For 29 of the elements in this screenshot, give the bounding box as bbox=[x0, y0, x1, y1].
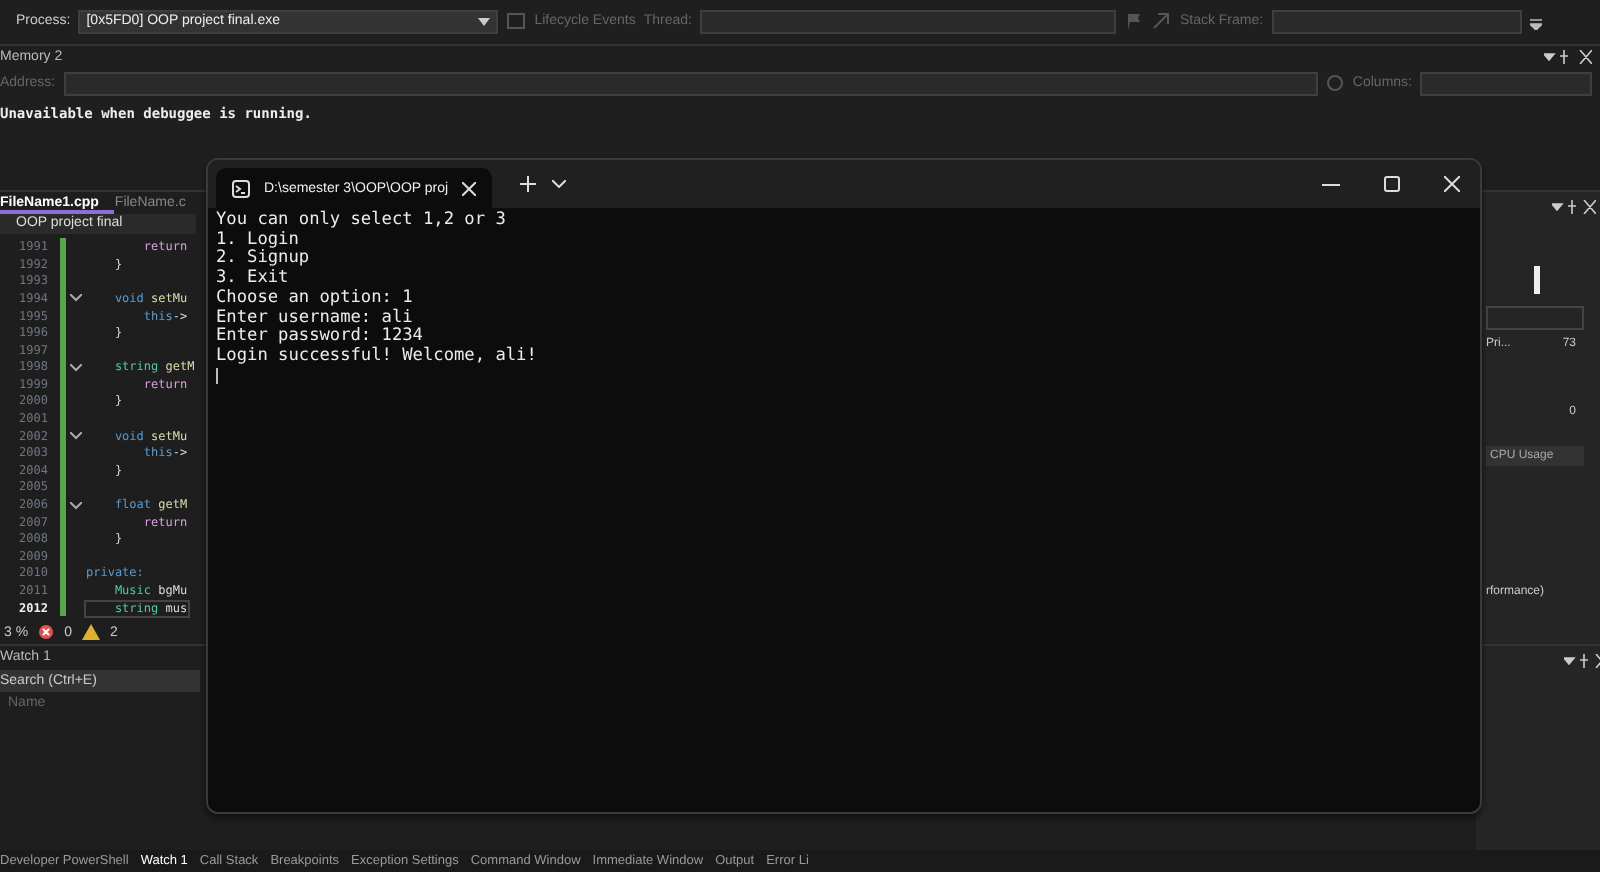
terminal-line: Login successful! Welcome, ali! bbox=[216, 347, 539, 368]
new-tab-icon[interactable] bbox=[520, 176, 537, 192]
window-controls-icon[interactable] bbox=[1564, 653, 1600, 668]
timeline-selection[interactable] bbox=[1534, 266, 1540, 295]
graph-frame bbox=[1486, 306, 1584, 331]
text-cursor bbox=[216, 367, 218, 384]
caret-icon[interactable] bbox=[478, 17, 491, 26]
chevron-icon[interactable] bbox=[70, 363, 82, 372]
close-icon[interactable] bbox=[1444, 176, 1460, 192]
overflow-icon[interactable] bbox=[1529, 13, 1542, 30]
address-field[interactable] bbox=[63, 71, 1319, 96]
terminal-line: 1. Login bbox=[216, 231, 299, 250]
window-controls-icon[interactable] bbox=[1552, 200, 1596, 215]
dropdown-icon[interactable] bbox=[552, 180, 567, 188]
maximize-icon[interactable] bbox=[1384, 176, 1400, 192]
warning-icon[interactable] bbox=[81, 624, 100, 641]
chevron-icon[interactable] bbox=[70, 294, 82, 303]
chevron-icon[interactable] bbox=[70, 501, 82, 510]
terminal-line: You can only select 1,2 or 3 bbox=[216, 212, 508, 231]
terminal-line: 3. Exit bbox=[216, 270, 291, 289]
terminal-line: Enter username: ali bbox=[216, 309, 413, 328]
error-icon[interactable] bbox=[38, 624, 55, 641]
close-icon[interactable] bbox=[462, 181, 477, 195]
window-controls-icon[interactable] bbox=[1544, 50, 1592, 65]
terminal-line: Enter password: 1234 bbox=[216, 328, 423, 347]
terminal-line: Choose an option: 1 bbox=[216, 289, 415, 308]
chevron-icon[interactable] bbox=[70, 432, 82, 441]
terminal-line: 2. Signup bbox=[216, 250, 312, 269]
terminal-icon bbox=[232, 179, 250, 197]
